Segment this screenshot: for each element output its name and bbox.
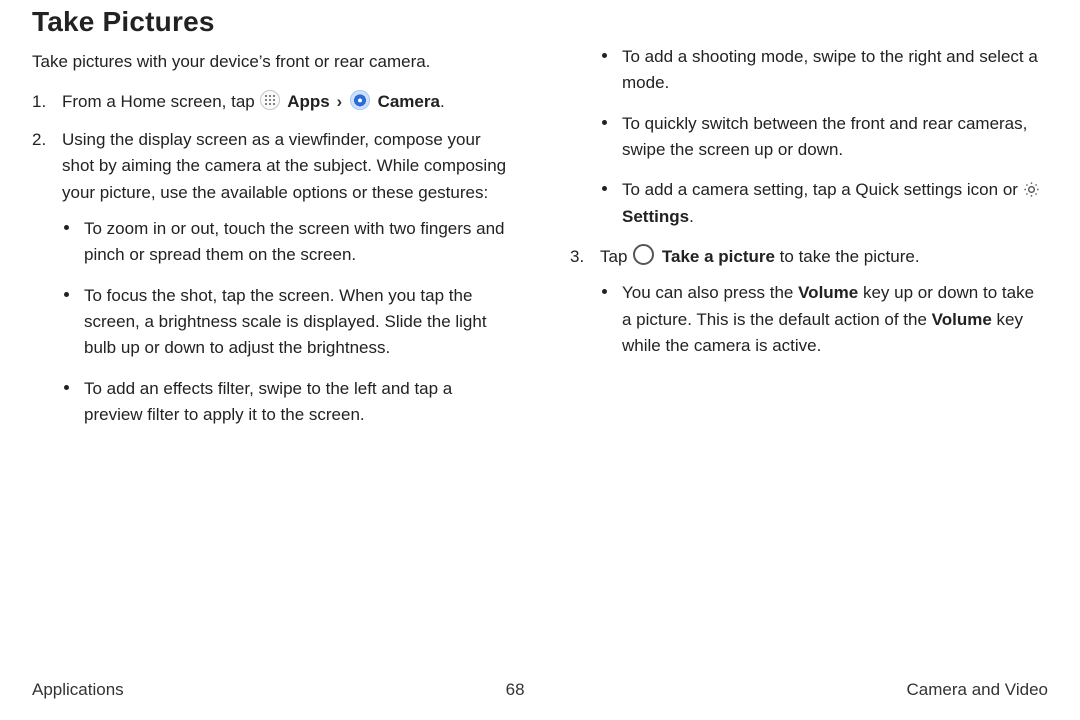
- step-2f-settings: Settings: [622, 207, 689, 226]
- step-3a: You can also press the Volume key up or …: [600, 280, 1048, 359]
- step-2f-post: .: [689, 207, 694, 226]
- step-2b: To focus the shot, tap the screen. When …: [62, 283, 510, 362]
- left-column: Take pictures with your device’s front o…: [32, 44, 510, 442]
- step-1-pre: From a Home screen, tap: [62, 92, 259, 111]
- step-2f-pre: To add a camera setting, tap a Quick set…: [622, 180, 1023, 199]
- step-3-bold: Take a picture: [662, 247, 775, 266]
- step-2-sublist-cont: To add a shooting mode, swipe to the rig…: [600, 44, 1048, 230]
- page-footer: Applications 68 Camera and Video: [32, 680, 1048, 700]
- step-3-sublist: You can also press the Volume key up or …: [600, 280, 1048, 359]
- step-1-post: .: [440, 92, 445, 111]
- step-3a-vol1: Volume: [798, 283, 858, 302]
- step-1: From a Home screen, tap Apps › Camera.: [32, 89, 510, 115]
- step-2c: To add an effects filter, swipe to the l…: [62, 376, 510, 429]
- step-3-pre: Tap: [600, 247, 632, 266]
- step-2: Using the display screen as a viewfinder…: [32, 127, 510, 428]
- step-2-text: Using the display screen as a viewfinder…: [62, 130, 506, 202]
- chevron-right-icon: ›: [336, 92, 342, 111]
- intro-text: Take pictures with your device’s front o…: [32, 50, 510, 75]
- page-title: Take Pictures: [32, 6, 1048, 38]
- footer-right: Camera and Video: [907, 680, 1048, 700]
- steps-right: Tap Take a picture to take the picture. …: [570, 244, 1048, 359]
- content-columns: Take pictures with your device’s front o…: [32, 44, 1048, 442]
- shutter-icon: [633, 244, 654, 265]
- step-3a-vol2: Volume: [932, 310, 992, 329]
- step-3-post: to take the picture.: [775, 247, 920, 266]
- steps-left: From a Home screen, tap Apps › Camera. U…: [32, 89, 510, 429]
- step-2f: To add a camera setting, tap a Quick set…: [600, 177, 1048, 230]
- camera-icon: [350, 90, 370, 110]
- footer-left: Applications: [32, 680, 124, 700]
- gear-icon: [1023, 181, 1040, 198]
- step-3: Tap Take a picture to take the picture. …: [570, 244, 1048, 359]
- step-1-apps: Apps: [287, 92, 330, 111]
- step-2d: To add a shooting mode, swipe to the rig…: [600, 44, 1048, 97]
- step-2-sublist: To zoom in or out, touch the screen with…: [62, 216, 510, 428]
- step-3a-pre: You can also press the: [622, 283, 798, 302]
- step-2e: To quickly switch between the front and …: [600, 111, 1048, 164]
- manual-page: Take Pictures Take pictures with your de…: [0, 0, 1080, 720]
- step-1-camera: Camera: [378, 92, 440, 111]
- right-column: To add a shooting mode, swipe to the rig…: [570, 44, 1048, 442]
- step-2a: To zoom in or out, touch the screen with…: [62, 216, 510, 269]
- apps-icon: [260, 90, 280, 110]
- footer-center: 68: [506, 680, 525, 700]
